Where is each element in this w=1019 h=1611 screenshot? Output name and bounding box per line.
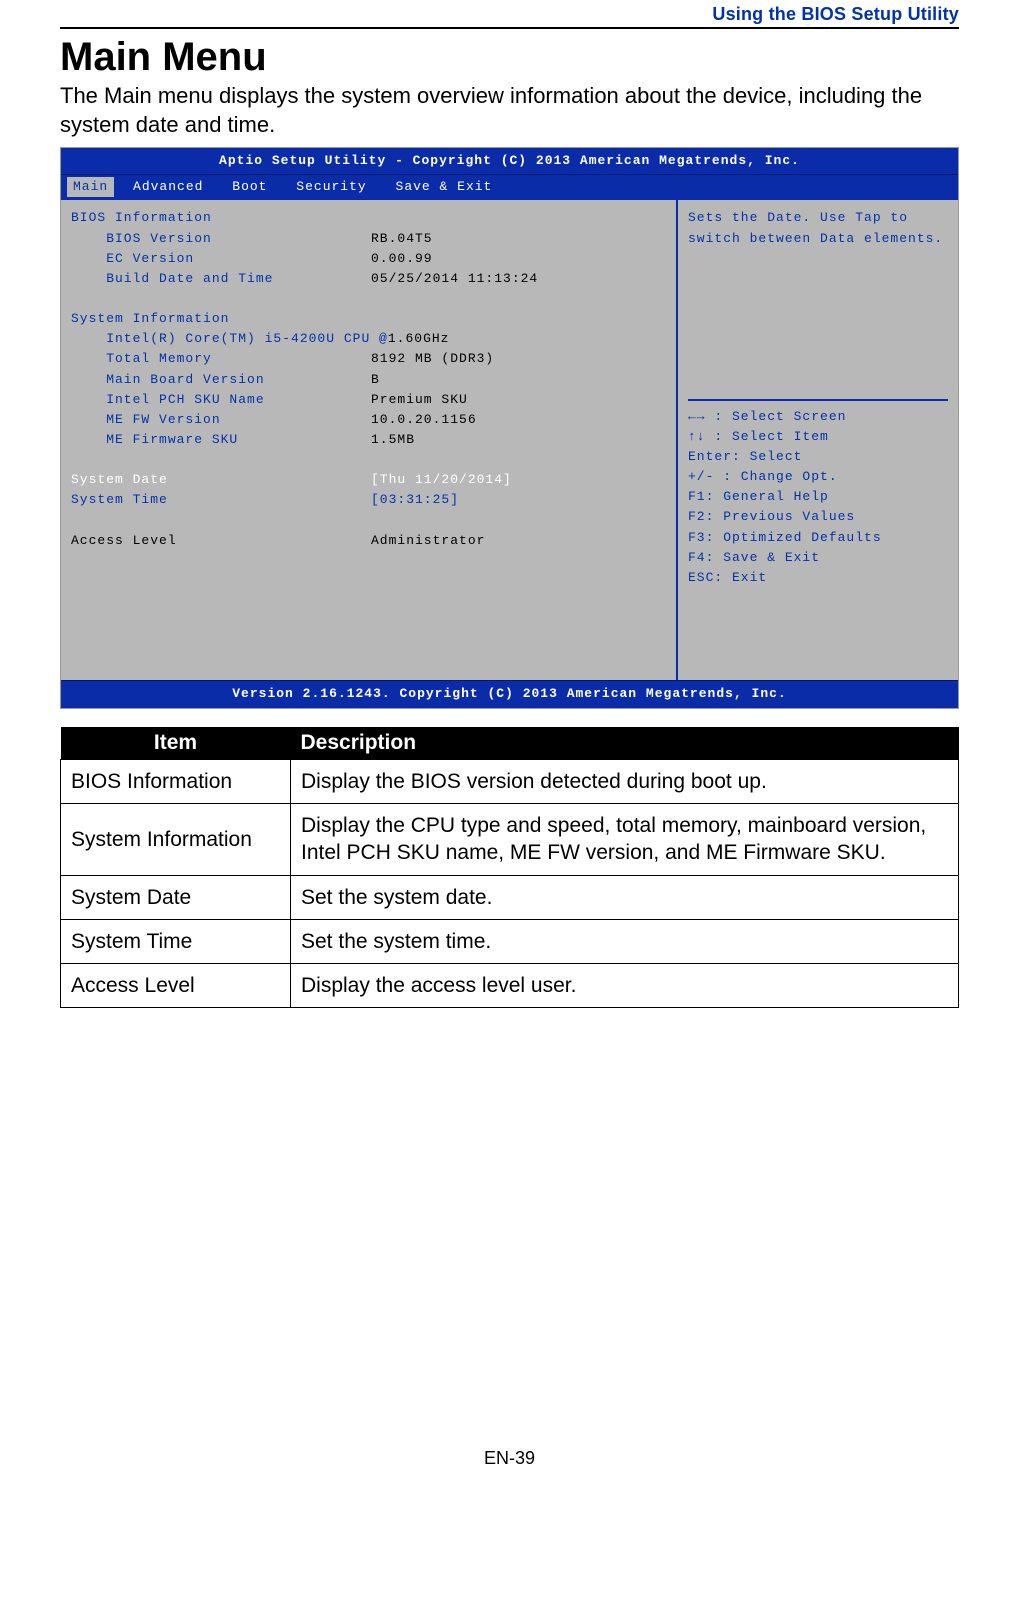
row-desc: Set the system time. <box>291 919 959 963</box>
memory-value: 8192 MB (DDR3) <box>371 349 666 369</box>
row-desc: Display the access level user. <box>291 964 959 1008</box>
table-row: System TimeSet the system time. <box>61 919 959 963</box>
ec-version-value: 0.00.99 <box>371 249 666 269</box>
bios-main-panel: BIOS Information BIOS VersionRB.04T5 EC … <box>61 200 678 680</box>
breadcrumb: Using the BIOS Setup Utility <box>60 0 959 29</box>
access-level-value: Administrator <box>371 531 666 551</box>
me-fw-value: 10.0.20.1156 <box>371 410 666 430</box>
bios-divider <box>688 399 948 401</box>
row-item: BIOS Information <box>61 759 291 803</box>
key-f2: F2: Previous Values <box>688 507 948 527</box>
cpu-label: Intel(R) Core(TM) i5-4200U CPU @ <box>71 329 388 349</box>
table-row: Access LevelDisplay the access level use… <box>61 964 959 1008</box>
bios-menubar: Main Advanced Boot Security Save & Exit <box>61 175 958 200</box>
key-select-screen: ←→ : Select Screen <box>688 407 948 427</box>
table-header-item: Item <box>61 727 291 760</box>
tab-advanced[interactable]: Advanced <box>123 177 213 197</box>
bios-titlebar: Aptio Setup Utility - Copyright (C) 2013… <box>61 148 958 175</box>
tab-main[interactable]: Main <box>67 177 114 197</box>
me-sku-value: 1.5MB <box>371 430 666 450</box>
tab-security[interactable]: Security <box>286 177 376 197</box>
system-time-label[interactable]: System Time <box>71 490 371 510</box>
bios-screenshot: Aptio Setup Utility - Copyright (C) 2013… <box>60 147 959 708</box>
row-item: System Date <box>61 875 291 919</box>
pch-sku-label: Intel PCH SKU Name <box>71 390 371 410</box>
key-enter: Enter: Select <box>688 447 948 467</box>
row-item: System Information <box>61 803 291 875</box>
intro-text: The Main menu displays the system overvi… <box>60 82 959 139</box>
row-desc: Set the system date. <box>291 875 959 919</box>
system-date-label[interactable]: System Date <box>71 470 371 490</box>
tab-boot[interactable]: Boot <box>222 177 277 197</box>
row-desc: Display the BIOS version detected during… <box>291 759 959 803</box>
bios-key-legend: ←→ : Select Screen ↑↓ : Select Item Ente… <box>688 407 948 588</box>
bios-help-panel: Sets the Date. Use Tap to switch between… <box>678 200 958 680</box>
bios-version-value: RB.04T5 <box>371 229 666 249</box>
table-row: System InformationDisplay the CPU type a… <box>61 803 959 875</box>
key-select-item: ↑↓ : Select Item <box>688 427 948 447</box>
description-table: Item Description BIOS InformationDisplay… <box>60 727 959 1009</box>
page-title: Main Menu <box>60 35 959 80</box>
table-row: BIOS InformationDisplay the BIOS version… <box>61 759 959 803</box>
bios-version-label: BIOS Version <box>71 229 371 249</box>
key-f3: F3: Optimized Defaults <box>688 528 948 548</box>
page-number: EN-39 <box>60 1448 959 1489</box>
ec-version-label: EC Version <box>71 249 371 269</box>
build-date-label: Build Date and Time <box>71 269 371 289</box>
key-esc: ESC: Exit <box>688 568 948 588</box>
key-f4: F4: Save & Exit <box>688 548 948 568</box>
key-f1: F1: General Help <box>688 487 948 507</box>
memory-label: Total Memory <box>71 349 371 369</box>
sys-info-header: System Information <box>71 309 371 329</box>
cpu-value: 1.60GHz <box>388 329 666 349</box>
build-date-value: 05/25/2014 11:13:24 <box>371 269 666 289</box>
system-date-value[interactable]: [Thu 11/20/2014] <box>371 470 666 490</box>
pch-sku-value: Premium SKU <box>371 390 666 410</box>
row-item: System Time <box>61 919 291 963</box>
row-desc: Display the CPU type and speed, total me… <box>291 803 959 875</box>
access-level-label: Access Level <box>71 531 371 551</box>
mainboard-value: B <box>371 370 666 390</box>
table-row: System DateSet the system date. <box>61 875 959 919</box>
tab-save-exit[interactable]: Save & Exit <box>386 177 503 197</box>
key-change-opt: +/- : Change Opt. <box>688 467 948 487</box>
table-header-desc: Description <box>291 727 959 760</box>
system-time-value[interactable]: [03:31:25] <box>371 490 666 510</box>
me-fw-label: ME FW Version <box>71 410 371 430</box>
row-item: Access Level <box>61 964 291 1008</box>
bios-help-text: Sets the Date. Use Tap to switch between… <box>688 208 948 248</box>
me-sku-label: ME Firmware SKU <box>71 430 371 450</box>
bios-footer: Version 2.16.1243. Copyright (C) 2013 Am… <box>61 680 958 707</box>
mainboard-label: Main Board Version <box>71 370 371 390</box>
bios-info-header: BIOS Information <box>71 208 371 228</box>
